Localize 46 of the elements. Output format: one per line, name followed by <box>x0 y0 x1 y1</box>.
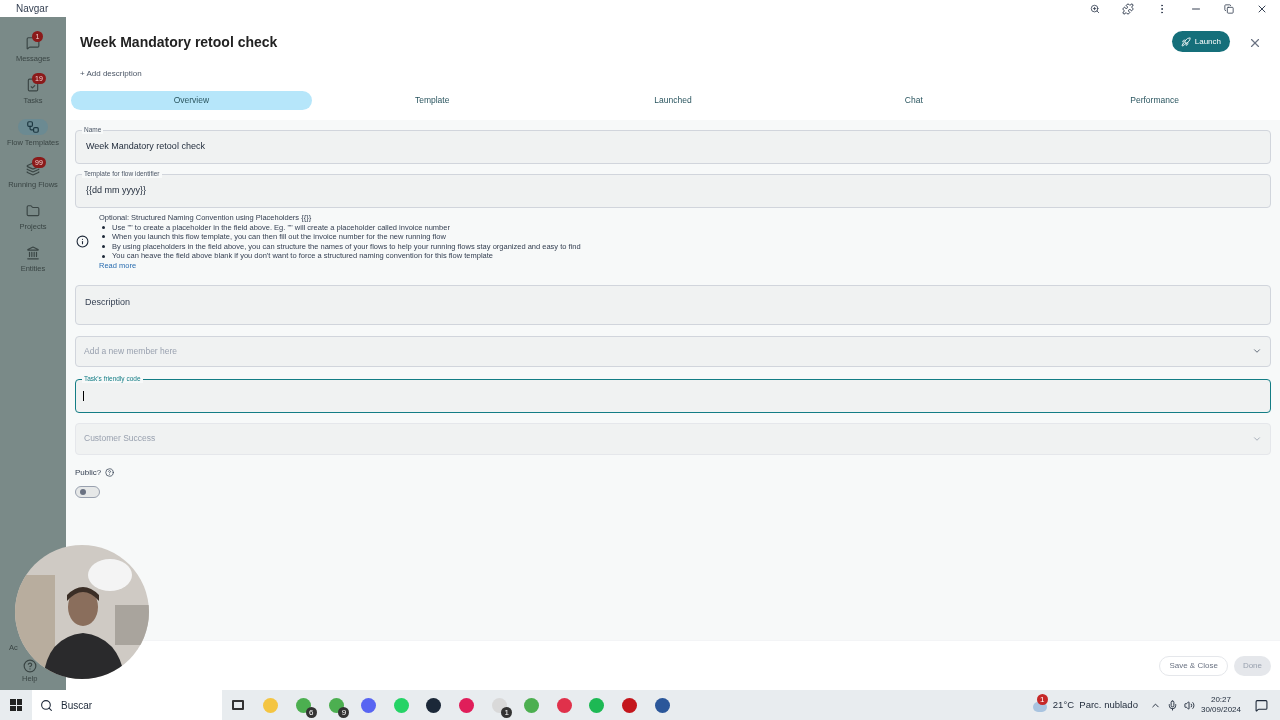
puzzle-icon[interactable] <box>1122 2 1134 15</box>
bullet-icon <box>102 245 105 249</box>
rocket-icon <box>1180 36 1191 47</box>
windows-start-icon[interactable] <box>10 699 22 711</box>
tab[interactable]: Chat <box>793 91 1035 110</box>
restore-icon[interactable] <box>1224 3 1234 14</box>
taskbar-app[interactable]: 9 <box>319 690 353 720</box>
microphone-icon[interactable] <box>1166 699 1178 711</box>
text-cursor <box>83 390 84 401</box>
tab[interactable]: Template <box>311 91 553 110</box>
taskbar-app[interactable]: 6 <box>287 690 320 720</box>
clock-time: 20:27 <box>1210 695 1231 705</box>
bullet-icon <box>102 225 105 229</box>
taskbar-search[interactable]: Buscar <box>32 690 222 720</box>
folder-icon <box>26 204 40 219</box>
count-badge: 6 <box>305 707 317 718</box>
add-description-link[interactable]: + Add description <box>80 68 1266 80</box>
public-toggle[interactable] <box>75 485 100 498</box>
field-value: {{dd mm yyyy}} <box>86 184 147 198</box>
field-value: Week Mandatory retool check <box>86 140 205 154</box>
window-title: Navgar <box>16 2 49 16</box>
chat-bubble-icon <box>26 36 40 51</box>
page-title: Week Mandatory retool check <box>80 33 278 52</box>
public-label: Public? <box>75 466 102 479</box>
bank-icon <box>26 246 40 261</box>
notification-badge: 1 <box>1036 694 1048 705</box>
description-field[interactable]: Description <box>75 284 1271 325</box>
tab[interactable]: Performance <box>1034 91 1275 110</box>
zoom-icon[interactable] <box>1090 3 1100 14</box>
speaker-icon[interactable] <box>1183 699 1195 711</box>
bullet-icon <box>102 235 105 239</box>
notifications-icon[interactable] <box>1255 698 1268 712</box>
clock-date: 30/09/2024 <box>1200 705 1241 715</box>
tab[interactable]: Overview <box>71 91 312 110</box>
count-badge: 1 <box>501 707 513 718</box>
help-icon <box>105 468 115 478</box>
tab[interactable]: Launched <box>552 91 794 110</box>
weather-text: 21°C Parc. nublado <box>1052 697 1138 712</box>
bullet-icon <box>102 254 105 258</box>
search-icon <box>40 698 53 712</box>
count-badge: 9 <box>338 707 350 718</box>
info-icon <box>76 235 89 249</box>
flow-icon <box>26 120 40 135</box>
help-icon <box>22 658 37 673</box>
launch-button[interactable]: Launch <box>1171 31 1230 52</box>
taskbar-app[interactable]: 1 <box>482 690 516 720</box>
